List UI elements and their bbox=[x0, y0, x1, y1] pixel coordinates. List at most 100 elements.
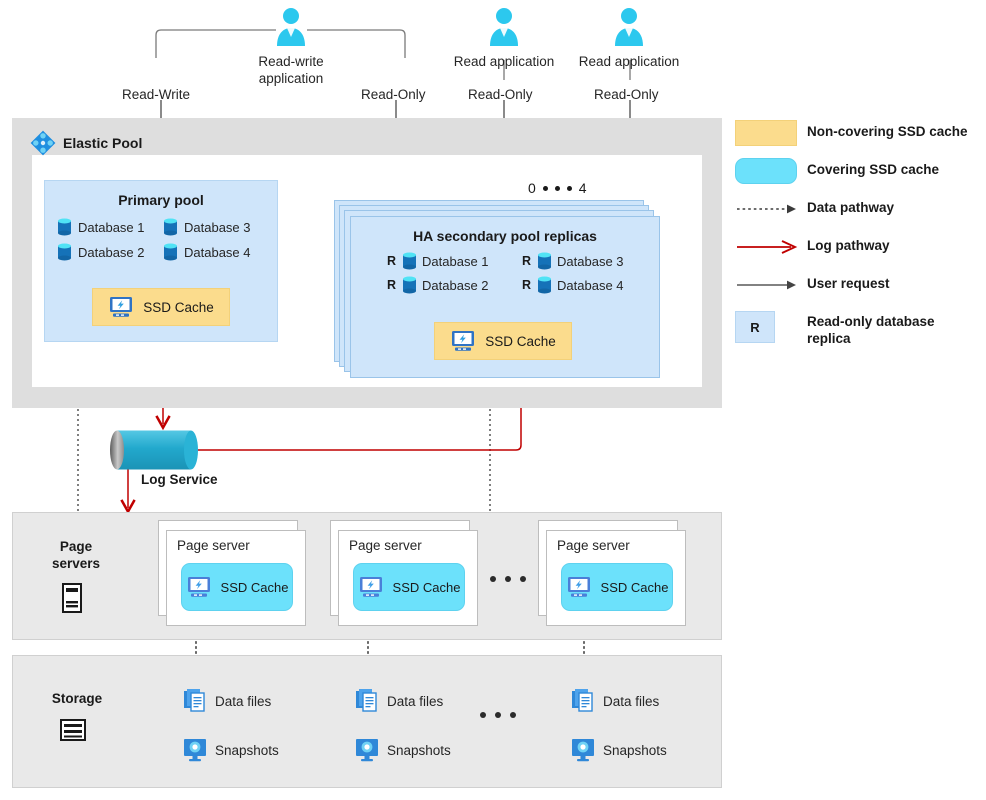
flow-label-read-only-1: Read-Only bbox=[361, 87, 426, 102]
flow-label-read-only-2: Read-Only bbox=[468, 87, 533, 102]
log-service-cylinder[interactable] bbox=[104, 430, 198, 470]
database-item[interactable]: Database 3 bbox=[163, 218, 269, 236]
data-files-label: Data files bbox=[387, 693, 444, 709]
database-item[interactable]: Database 1 bbox=[57, 218, 163, 236]
legend: Non-covering SSD cache Covering SSD cach… bbox=[735, 120, 980, 359]
replica-count-max: 4 bbox=[578, 180, 587, 196]
ssd-cache-label: SSD Cache bbox=[392, 579, 461, 595]
legend-label: Data pathway bbox=[807, 200, 895, 215]
snapshots-icon bbox=[572, 739, 594, 762]
replica-badge: R bbox=[522, 254, 532, 268]
ssd-cache-icon bbox=[452, 331, 475, 351]
log-service-label: Log Service bbox=[141, 472, 218, 487]
replica-database-item[interactable]: R Database 2 bbox=[387, 276, 522, 294]
replica-database-item[interactable]: R Database 3 bbox=[522, 252, 657, 270]
database-icon bbox=[403, 276, 417, 294]
covering-swatch bbox=[735, 158, 807, 184]
page-server-ssd-cache[interactable]: SSD Cache bbox=[181, 563, 293, 611]
ha-secondary-database-list: R Database 1 R Database 3 R Database 2 R… bbox=[387, 252, 657, 300]
elastic-pool-icon bbox=[30, 130, 56, 156]
ha-secondary-pool-title: HA secondary pool replicas bbox=[413, 228, 597, 244]
database-icon bbox=[58, 243, 71, 261]
read-application-1-label: Read application bbox=[453, 54, 555, 69]
data-pathway-arrow-icon bbox=[735, 196, 807, 222]
data-files-icon bbox=[356, 689, 377, 712]
database-item[interactable]: Database 4 bbox=[163, 243, 269, 261]
ssd-cache-icon bbox=[110, 297, 133, 317]
page-servers-section-label: Page servers bbox=[51, 539, 101, 571]
replica-badge: R bbox=[387, 278, 397, 292]
storage-icon bbox=[60, 717, 86, 748]
ssd-cache-label: SSD Cache bbox=[485, 333, 556, 349]
read-application-2-label: Read application bbox=[578, 54, 680, 69]
snapshots-label: Snapshots bbox=[387, 742, 451, 758]
ellipsis-dot bbox=[495, 712, 501, 718]
legend-item-user-request: User request bbox=[735, 272, 980, 298]
database-icon bbox=[538, 276, 552, 294]
primary-pool-ssd-cache[interactable]: SSD Cache bbox=[92, 288, 230, 326]
page-server-card-3[interactable]: Page server SSD Cache bbox=[538, 520, 686, 626]
data-files-icon bbox=[184, 689, 205, 712]
ellipsis-dot bbox=[505, 576, 511, 582]
user-icon bbox=[490, 8, 518, 46]
data-files-label: Data files bbox=[215, 693, 272, 709]
primary-pool-database-list: Database 1 Database 3 Database 2 Databas… bbox=[57, 218, 269, 268]
replica-badge: R bbox=[522, 278, 532, 292]
ssd-cache-icon bbox=[359, 577, 382, 597]
read-write-application[interactable]: Read-write application bbox=[232, 6, 350, 87]
read-application-2[interactable]: Read application bbox=[568, 6, 690, 70]
database-label: Database 3 bbox=[557, 253, 624, 269]
database-label: Database 4 bbox=[184, 244, 251, 260]
replica-count-min: 0 bbox=[528, 180, 536, 196]
user-icon bbox=[615, 8, 643, 46]
page-server-card-1[interactable]: Page server SSD Cache bbox=[158, 520, 306, 626]
data-files-label: Data files bbox=[603, 693, 660, 709]
database-item[interactable]: Database 2 bbox=[57, 243, 163, 261]
ellipsis-dot bbox=[510, 712, 516, 718]
database-label: Database 2 bbox=[78, 244, 145, 260]
database-label: Database 4 bbox=[557, 277, 624, 293]
database-label: Database 1 bbox=[422, 253, 489, 269]
replica-database-item[interactable]: R Database 1 bbox=[387, 252, 522, 270]
database-icon bbox=[538, 252, 552, 270]
page-server-card-2[interactable]: Page server SSD Cache bbox=[330, 520, 478, 626]
page-server-title: Page server bbox=[349, 538, 422, 553]
page-server-card-front[interactable]: Page server SSD Cache bbox=[338, 530, 478, 626]
database-label: Database 1 bbox=[78, 219, 145, 235]
replica-badge-swatch: R bbox=[735, 310, 807, 344]
storage-snapshots-2[interactable]: Snapshots bbox=[355, 738, 451, 762]
replica-badge-letter: R bbox=[735, 311, 775, 343]
legend-item-data-pathway: Data pathway bbox=[735, 196, 980, 222]
storage-ellipsis bbox=[480, 712, 516, 718]
flow-label-read-write: Read-Write bbox=[122, 87, 191, 102]
database-icon bbox=[58, 218, 71, 236]
storage-snapshots-1[interactable]: Snapshots bbox=[183, 738, 279, 762]
storage-data-files-1[interactable]: Data files bbox=[183, 688, 271, 714]
storage-data-files-3[interactable]: Data files bbox=[571, 688, 659, 714]
ssd-cache-label: SSD Cache bbox=[600, 579, 669, 595]
database-label: Database 2 bbox=[422, 277, 489, 293]
ellipsis-dot bbox=[566, 185, 572, 191]
ellipsis-dot bbox=[542, 185, 548, 191]
storage-snapshots-3[interactable]: Snapshots bbox=[571, 738, 667, 762]
page-server-card-front[interactable]: Page server SSD Cache bbox=[166, 530, 306, 626]
legend-label: Non-covering SSD cache bbox=[807, 124, 968, 139]
storage-data-files-2[interactable]: Data files bbox=[355, 688, 443, 714]
user-icon bbox=[277, 8, 305, 46]
page-server-ssd-cache[interactable]: SSD Cache bbox=[353, 563, 465, 611]
legend-item-non-covering-cache: Non-covering SSD cache bbox=[735, 120, 980, 146]
page-server-title: Page server bbox=[177, 538, 250, 553]
page-server-title: Page server bbox=[557, 538, 630, 553]
ellipsis-dot bbox=[490, 576, 496, 582]
replica-database-item[interactable]: R Database 4 bbox=[522, 276, 657, 294]
ssd-cache-icon bbox=[187, 577, 210, 597]
diagram-canvas: Read-write application Read application … bbox=[0, 0, 986, 800]
page-server-ssd-cache[interactable]: SSD Cache bbox=[561, 563, 673, 611]
page-server-card-front[interactable]: Page server SSD Cache bbox=[546, 530, 686, 626]
ha-secondary-ssd-cache[interactable]: SSD Cache bbox=[434, 322, 572, 360]
read-write-application-label: Read-write application bbox=[258, 54, 324, 86]
database-label: Database 3 bbox=[184, 219, 251, 235]
user-request-arrow-icon bbox=[735, 272, 807, 298]
page-servers-ellipsis bbox=[490, 576, 526, 582]
read-application-1[interactable]: Read application bbox=[443, 6, 565, 70]
